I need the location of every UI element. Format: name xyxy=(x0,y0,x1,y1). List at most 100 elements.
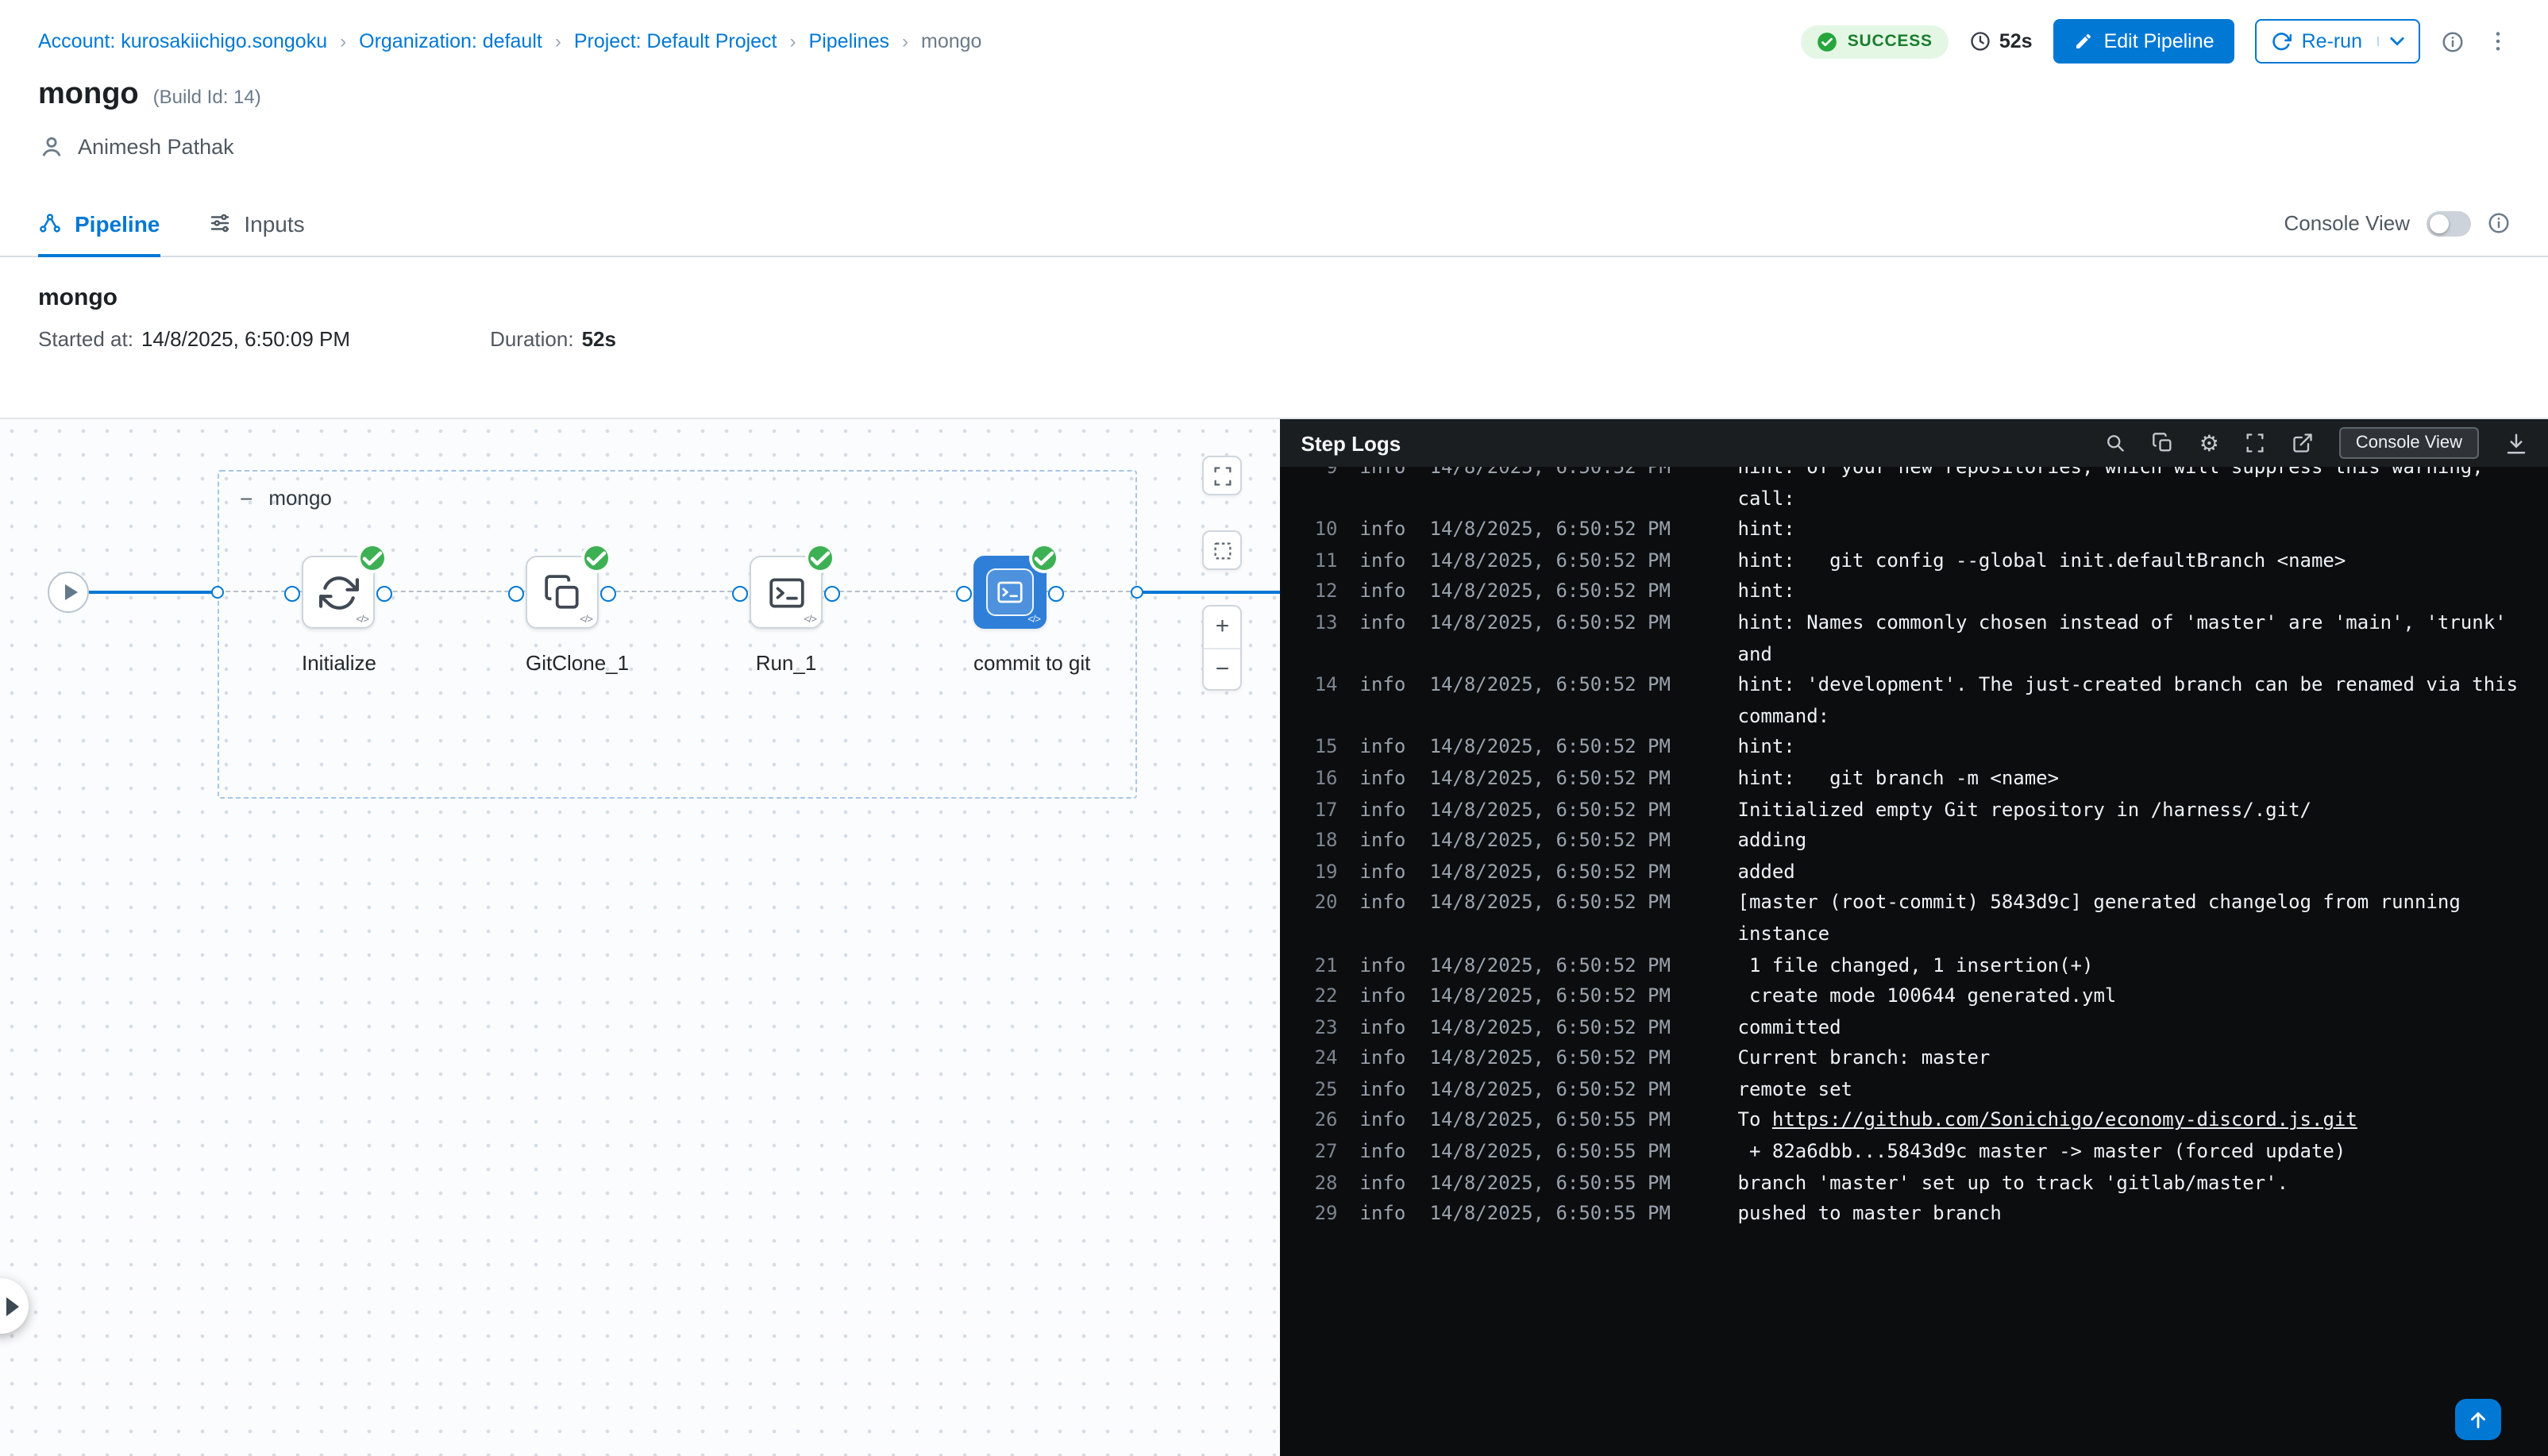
log-level: info xyxy=(1360,577,1408,608)
log-message: hint: git branch -m <name> xyxy=(1738,764,2519,795)
console-view-button[interactable]: Console View xyxy=(2340,427,2478,459)
logs-header: Step Logs ⚙ Console View xyxy=(1281,419,2548,467)
log-message: hint: 'development'. The just-created br… xyxy=(1738,670,2519,732)
log-timestamp: 14/8/2025, 6:50:52 PM xyxy=(1430,826,1678,857)
collapse-stage-button[interactable]: − xyxy=(240,487,252,509)
rerun-button[interactable]: Re-run xyxy=(2256,19,2419,64)
rerun-label: Re-run xyxy=(2302,30,2362,52)
node-tile[interactable]: </> xyxy=(302,556,375,629)
log-level: info xyxy=(1360,1168,1408,1199)
logs-fullscreen-button[interactable] xyxy=(2245,432,2267,454)
log-timestamp: 14/8/2025, 6:50:52 PM xyxy=(1430,608,1678,639)
breadcrumb-item[interactable]: Project: Default Project xyxy=(574,30,777,52)
breadcrumb-item[interactable]: Organization: default xyxy=(359,30,542,52)
log-message: [master (root-commit) 5843d9c] generated… xyxy=(1738,888,2519,950)
pipeline-node-gitclone-1[interactable]: </> GitClone_1 xyxy=(526,556,599,675)
breadcrumb: Account: kurosakiichigo.songoku › Organiza… xyxy=(38,30,981,52)
terminal-icon xyxy=(766,572,806,612)
success-check-icon xyxy=(808,546,832,570)
log-row: 26info14/8/2025, 6:50:55 PMTo https://gi… xyxy=(1306,1106,2523,1137)
clone-icon xyxy=(542,572,582,612)
log-row: 27info14/8/2025, 6:50:55 PM + 82a6dbb...… xyxy=(1306,1137,2523,1168)
log-message: branch 'master' set up to track 'gitlab/… xyxy=(1738,1168,2519,1199)
log-message: To https://github.com/Sonichigo/economy-… xyxy=(1738,1106,2519,1137)
console-view-toggle[interactable] xyxy=(2426,210,2470,236)
log-message: pushed to master branch xyxy=(1738,1200,2519,1231)
search-icon xyxy=(2104,432,2126,454)
status-text: SUCCESS xyxy=(1848,32,1933,51)
node-tile[interactable]: </> xyxy=(750,556,823,629)
author-name: Animesh Pathak xyxy=(78,135,234,159)
author-row: Animesh Pathak xyxy=(0,116,2548,162)
node-label: Initialize xyxy=(302,651,375,675)
log-level: info xyxy=(1360,608,1408,639)
log-line-number: 26 xyxy=(1306,1106,1338,1137)
breadcrumb-separator: › xyxy=(340,30,346,52)
log-row: 10info14/8/2025, 6:50:52 PMhint: xyxy=(1306,514,2523,545)
logs-body[interactable]: 9info14/8/2025, 6:50:52 PMhint: of your … xyxy=(1281,467,2548,1456)
breadcrumb-item[interactable]: Account: kurosakiichigo.songoku xyxy=(38,30,327,52)
edit-pipeline-button[interactable]: Edit Pipeline xyxy=(2053,19,2235,64)
log-row: 14info14/8/2025, 6:50:52 PMhint: 'develo… xyxy=(1306,670,2523,732)
log-message: adding xyxy=(1738,826,2519,857)
log-level: info xyxy=(1360,1075,1408,1106)
log-level: info xyxy=(1360,1137,1408,1168)
info-icon[interactable] xyxy=(2486,211,2510,235)
zoom-out-button[interactable]: − xyxy=(1205,649,1241,689)
node-tile[interactable]: </> xyxy=(973,556,1047,629)
node-label: GitClone_1 xyxy=(526,651,599,675)
log-message: Initialized empty Git repository in /har… xyxy=(1738,795,2519,826)
run-info: mongo Started at:14/8/2025, 6:50:09 PM D… xyxy=(0,257,2548,418)
log-line-number: 14 xyxy=(1306,670,1338,701)
log-level: info xyxy=(1360,950,1408,981)
log-line-number: 17 xyxy=(1306,795,1338,826)
log-timestamp: 14/8/2025, 6:50:52 PM xyxy=(1430,1044,1678,1075)
logs-copy-button[interactable] xyxy=(2152,432,2174,454)
pipeline-node-commit-to-git[interactable]: </>commit to git xyxy=(973,556,1047,675)
breadcrumb-separator: › xyxy=(790,30,796,52)
more-options-button[interactable] xyxy=(2484,29,2510,54)
logs-open-in-new-button[interactable] xyxy=(2292,432,2315,454)
connector-point xyxy=(211,586,224,599)
logs-search-button[interactable] xyxy=(2104,432,2126,454)
logs-settings-button[interactable]: ⚙ xyxy=(2199,432,2219,454)
node-tile[interactable]: </> xyxy=(526,556,599,629)
rerun-dropdown[interactable] xyxy=(2376,37,2403,46)
pipeline-node-initialize[interactable]: </> Initialize xyxy=(302,556,375,675)
log-message: committed xyxy=(1738,1012,2519,1043)
duration-label: Duration: xyxy=(490,327,574,351)
canvas-selection-button[interactable] xyxy=(1203,530,1243,570)
log-line-number: 10 xyxy=(1306,514,1338,545)
log-message: added xyxy=(1738,857,2519,888)
log-level: info xyxy=(1360,1044,1408,1075)
log-timestamp: 14/8/2025, 6:50:55 PM xyxy=(1430,1200,1678,1231)
main-area: − mongo </>Initialize</>GitClone_1</>Run… xyxy=(0,418,2548,1456)
tab-pipeline-label: Pipeline xyxy=(75,210,160,236)
log-timestamp: 14/8/2025, 6:50:52 PM xyxy=(1430,467,1678,483)
tab-inputs[interactable]: Inputs xyxy=(207,191,304,256)
duration-value: 52s xyxy=(582,327,616,351)
log-row: 21info14/8/2025, 6:50:52 PM 1 file chang… xyxy=(1306,950,2523,981)
refresh-icon xyxy=(2272,31,2292,52)
breadcrumb-item[interactable]: Pipelines xyxy=(809,30,889,52)
scroll-to-top-button[interactable] xyxy=(2454,1399,2500,1440)
breadcrumb-item: mongo xyxy=(921,30,981,52)
app-root: Account: kurosakiichigo.songoku › Organiza… xyxy=(0,0,2548,1456)
tab-pipeline[interactable]: Pipeline xyxy=(38,191,160,256)
canvas-nav-handle[interactable] xyxy=(0,1278,29,1334)
tab-inputs-label: Inputs xyxy=(244,210,304,236)
log-level: info xyxy=(1360,826,1408,857)
pipeline-node-run-1[interactable]: </>Run_1 xyxy=(750,556,823,675)
zoom-in-button[interactable]: + xyxy=(1205,607,1241,649)
logs-download-button[interactable] xyxy=(2504,431,2527,455)
log-link[interactable]: https://github.com/Sonichigo/economy-dis… xyxy=(1772,1109,2357,1131)
avatar-icon xyxy=(38,133,65,160)
log-row: 9info14/8/2025, 6:50:52 PMhint: of your … xyxy=(1306,467,2523,514)
log-timestamp: 14/8/2025, 6:50:52 PM xyxy=(1430,857,1678,888)
log-row: 17info14/8/2025, 6:50:52 PMInitialized e… xyxy=(1306,795,2523,826)
canvas-fullscreen-button[interactable] xyxy=(1203,456,1243,495)
top-bar-actions: SUCCESS 52s Edit Pipeline Re-run xyxy=(1802,19,2510,64)
pipeline-canvas[interactable]: − mongo </>Initialize</>GitClone_1</>Run… xyxy=(0,419,1281,1456)
info-button[interactable] xyxy=(2440,29,2464,53)
pipeline-start-node[interactable] xyxy=(48,572,89,613)
